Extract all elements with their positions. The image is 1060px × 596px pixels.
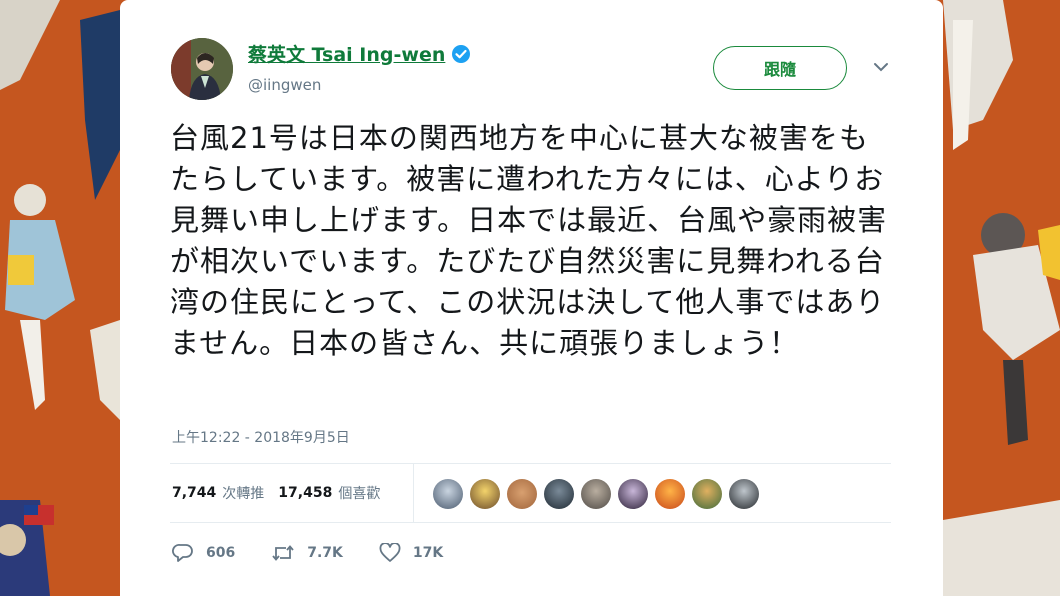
background-illustration-left [0, 0, 120, 596]
retweets-count[interactable]: 7,744 [172, 485, 216, 501]
liker-avatar[interactable] [433, 479, 463, 509]
liker-avatar[interactable] [692, 479, 722, 509]
liker-avatar[interactable] [544, 479, 574, 509]
tweet-card: 蔡英文 Tsai Ing-wen @iingwen 跟隨 台風21号は日本の関西… [120, 0, 943, 596]
likes-label[interactable]: 個喜歡 [338, 483, 380, 503]
like-button[interactable]: 17K [379, 543, 443, 563]
liker-avatar[interactable] [618, 479, 648, 509]
like-action-count: 17K [412, 545, 444, 561]
divider-bottom [170, 522, 891, 523]
avatar[interactable] [171, 38, 233, 100]
chevron-down-icon[interactable] [872, 60, 890, 74]
tweet-text: 台風21号は日本の関西地方を中心に甚大な被害をもたらしています。被害に遭われた方… [170, 121, 888, 360]
divider-top [170, 463, 891, 464]
retweet-icon [272, 545, 294, 561]
likes-count[interactable]: 17,458 [278, 485, 332, 501]
background-illustration-right [943, 0, 1060, 596]
reply-icon [172, 544, 193, 562]
heart-icon [379, 543, 401, 562]
tweet-actions: 606 7.7K 17K [172, 543, 479, 563]
profile-photo-icon [171, 38, 233, 100]
verified-badge-icon [452, 44, 471, 63]
stats-separator [413, 464, 414, 522]
reply-button[interactable]: 606 [172, 543, 235, 563]
liker-avatar[interactable] [507, 479, 537, 509]
author-display-name[interactable]: 蔡英文 Tsai Ing-wen [248, 40, 445, 67]
author-name-row: 蔡英文 Tsai Ing-wen [248, 40, 471, 67]
reply-count: 606 [206, 545, 236, 561]
crowd-illustration-right [943, 0, 1060, 596]
liker-avatar[interactable] [470, 479, 500, 509]
author-handle[interactable]: @iingwen [248, 76, 321, 94]
liker-avatars [433, 479, 766, 509]
liker-avatar[interactable] [581, 479, 611, 509]
tweet-timestamp[interactable]: 上午12:22 - 2018年9月5日 [172, 427, 350, 447]
follow-button[interactable]: 跟隨 [713, 46, 847, 90]
retweet-button[interactable]: 7.7K [271, 543, 343, 563]
liker-avatar[interactable] [729, 479, 759, 509]
retweets-label[interactable]: 次轉推 [222, 483, 264, 503]
crowd-illustration-left [0, 0, 120, 596]
retweet-action-count: 7.7K [307, 545, 343, 561]
tweet-stats: 7,744 次轉推 17,458 個喜歡 [172, 483, 394, 503]
liker-avatar[interactable] [655, 479, 685, 509]
